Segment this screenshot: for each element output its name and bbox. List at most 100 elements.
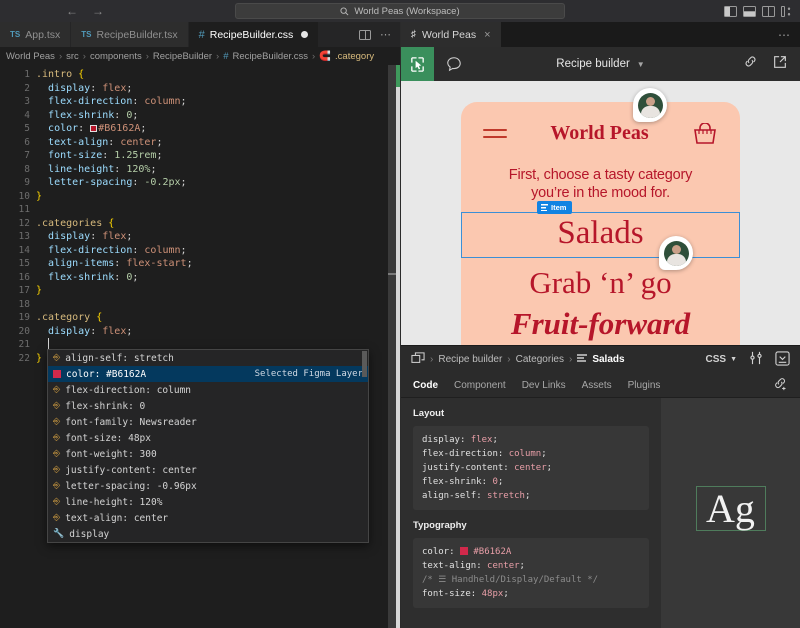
autocomplete-scrollbar[interactable] xyxy=(362,351,367,377)
autocomplete-item[interactable]: ⎆ font-size: 48px xyxy=(48,430,368,446)
code-line: font-size: 1.25rem; xyxy=(36,149,400,163)
tab-bar-filler xyxy=(319,22,350,47)
tab-code[interactable]: Code xyxy=(413,380,438,391)
tab-plugins[interactable]: Plugins xyxy=(628,380,661,391)
editor-tab-app-tsx[interactable]: TS App.tsx xyxy=(0,22,71,47)
autocomplete-item-label: letter-spacing: -0.96px xyxy=(65,481,197,492)
autocomplete-popup[interactable]: ⎆ align-self: stretch color: #B6162A Sel… xyxy=(47,349,369,543)
figma-logo-icon: ♯ xyxy=(411,29,416,40)
category-item-salads[interactable]: Salads xyxy=(461,212,740,258)
breadcrumb-item-1[interactable]: src xyxy=(66,51,79,62)
figma-tab-world-peas[interactable]: ♯ World Peas × xyxy=(401,22,501,47)
autocomplete-item[interactable]: ⎆ font-weight: 300 xyxy=(48,446,368,462)
chevron-down-icon[interactable]: ▼ xyxy=(637,60,645,69)
line-number-gutter: 1 2 3 4 5 6 7 8 9 10 11 12 13 14 15 16 1 xyxy=(0,65,30,628)
autocomplete-item[interactable]: ⎆ flex-shrink: 0 xyxy=(48,398,368,414)
autocomplete-item[interactable]: 🔧 display xyxy=(48,526,368,542)
css-rule-icon: 🧲 xyxy=(319,51,331,62)
editor-more-icon[interactable]: ⋯ xyxy=(380,28,391,41)
intro-line-2: you’re in the mood for. xyxy=(477,185,724,203)
hamburger-menu-icon[interactable] xyxy=(483,124,507,143)
split-editor-icon[interactable] xyxy=(359,30,371,40)
back-icon[interactable]: ← xyxy=(66,4,78,18)
open-external-icon[interactable] xyxy=(772,54,788,75)
tab-assets[interactable]: Assets xyxy=(582,380,612,391)
autocomplete-item-selected[interactable]: color: #B6162A Selected Figma Layer xyxy=(48,366,368,382)
unsaved-dot-icon xyxy=(301,31,308,38)
inspect-crumb-1[interactable]: Categories xyxy=(516,354,564,365)
autocomplete-item[interactable]: ⎆ letter-spacing: -0.96px xyxy=(48,478,368,494)
collapse-panel-icon[interactable] xyxy=(775,351,790,369)
customize-layout-icon[interactable] xyxy=(781,6,794,17)
category-item-grab-n-go[interactable]: Grab ‘n’ go xyxy=(461,264,740,303)
comment-icon[interactable] xyxy=(434,56,474,72)
code-line: display: flex; xyxy=(36,82,400,96)
toggle-primary-sidebar-icon[interactable] xyxy=(724,6,737,17)
breadcrumb-item-4[interactable]: RecipeBuilder.css xyxy=(233,51,309,62)
shopping-basket-icon[interactable] xyxy=(692,123,718,145)
text-cursor xyxy=(48,338,49,349)
code-line: line-height: 120%; xyxy=(36,163,400,177)
editor-tab-bar: TS App.tsx TS RecipeBuilder.tsx # Recipe… xyxy=(0,22,400,47)
autocomplete-item[interactable]: ⎆ flex-direction: column xyxy=(48,382,368,398)
editor-scrollbar[interactable] xyxy=(388,65,396,628)
layout-code-block[interactable]: display: flex; flex-direction: column; j… xyxy=(413,426,649,510)
forward-icon[interactable]: → xyxy=(92,4,104,18)
autocomplete-item[interactable]: ⎆ justify-content: center xyxy=(48,462,368,478)
inspect-code-column[interactable]: Layout display: flex; flex-direction: co… xyxy=(401,398,661,628)
code-text[interactable]: .intro { display: flex; flex-direction: … xyxy=(30,65,400,628)
toggle-panel-icon[interactable] xyxy=(743,6,756,17)
editor-tab-recipebuilder-css[interactable]: # RecipeBuilder.css xyxy=(189,22,320,47)
autocomplete-item[interactable]: ⎆ line-height: 120% xyxy=(48,494,368,510)
line-number: 13 xyxy=(0,230,30,244)
breadcrumb-item-2[interactable]: components xyxy=(90,51,142,62)
category-item-fruit-forward[interactable]: Fruit-forward xyxy=(461,305,740,344)
inspect-tab-bar: Code Component Dev Links Assets Plugins xyxy=(401,373,800,397)
line-number: 9 xyxy=(0,176,30,190)
autocomplete-item[interactable]: ⎆ align-self: stretch xyxy=(48,350,368,366)
figma-canvas[interactable]: World Peas First, choose a tasty categor… xyxy=(401,81,800,345)
code-line: flex-direction: column; xyxy=(36,95,400,109)
color-swatch-icon xyxy=(460,547,468,555)
editor-tab-recipebuilder-tsx[interactable]: TS RecipeBuilder.tsx xyxy=(71,22,188,47)
figma-file-title[interactable]: Recipe builder ▼ xyxy=(556,58,644,70)
scrollbar-thumb[interactable] xyxy=(388,65,396,628)
breadcrumb-item-5[interactable]: .category xyxy=(335,51,374,62)
code-area[interactable]: 1 2 3 4 5 6 7 8 9 10 11 12 13 14 15 16 1 xyxy=(0,65,400,628)
toggle-secondary-sidebar-icon[interactable] xyxy=(762,6,775,17)
code-line: .categories { xyxy=(36,217,400,231)
prop-key: color xyxy=(422,547,449,557)
add-link-icon[interactable] xyxy=(773,376,788,394)
figma-property-icon: ⎆ xyxy=(53,353,60,363)
autocomplete-item[interactable]: ⎆ font-family: Newsreader xyxy=(48,414,368,430)
autocomplete-item-label: align-self: stretch xyxy=(65,353,174,364)
breadcrumb-item-0[interactable]: World Peas xyxy=(6,51,55,62)
search-input[interactable]: World Peas (Workspace) xyxy=(235,3,565,19)
phone-mockup-frame[interactable]: World Peas First, choose a tasty categor… xyxy=(461,102,740,345)
search-icon xyxy=(340,7,349,16)
text-layer-icon xyxy=(577,354,587,366)
inspect-crumb-2[interactable]: Salads xyxy=(592,354,624,365)
autocomplete-item-label: display xyxy=(69,529,109,540)
figma-property-icon: ⎆ xyxy=(53,497,60,507)
line-number: 6 xyxy=(0,136,30,150)
typography-code-block[interactable]: color: #B6162A text-align: center; /* ☰ … xyxy=(413,538,649,608)
cursor-tool-icon[interactable] xyxy=(401,47,434,81)
prop-key: align-self xyxy=(422,491,476,501)
prop-value: column xyxy=(509,449,542,459)
line-number: 11 xyxy=(0,203,30,217)
avatar xyxy=(664,241,689,266)
autocomplete-item[interactable]: ⎆ text-align: center xyxy=(48,510,368,526)
breadcrumb-item-3[interactable]: RecipeBuilder xyxy=(153,51,212,62)
language-select[interactable]: CSS ▼ xyxy=(706,354,738,365)
link-icon[interactable] xyxy=(743,54,758,74)
inspect-crumb-0[interactable]: Recipe builder xyxy=(438,354,502,365)
figma-more-icon[interactable]: ⋯ xyxy=(768,22,800,47)
layout-toggles xyxy=(724,6,794,17)
tab-component[interactable]: Component xyxy=(454,380,506,391)
tab-dev-links[interactable]: Dev Links xyxy=(522,380,566,391)
settings-sliders-icon[interactable] xyxy=(749,351,763,368)
code-line: flex-direction: column; xyxy=(422,447,640,461)
close-icon[interactable]: × xyxy=(484,29,490,41)
code-line: display: flex; xyxy=(36,325,400,339)
